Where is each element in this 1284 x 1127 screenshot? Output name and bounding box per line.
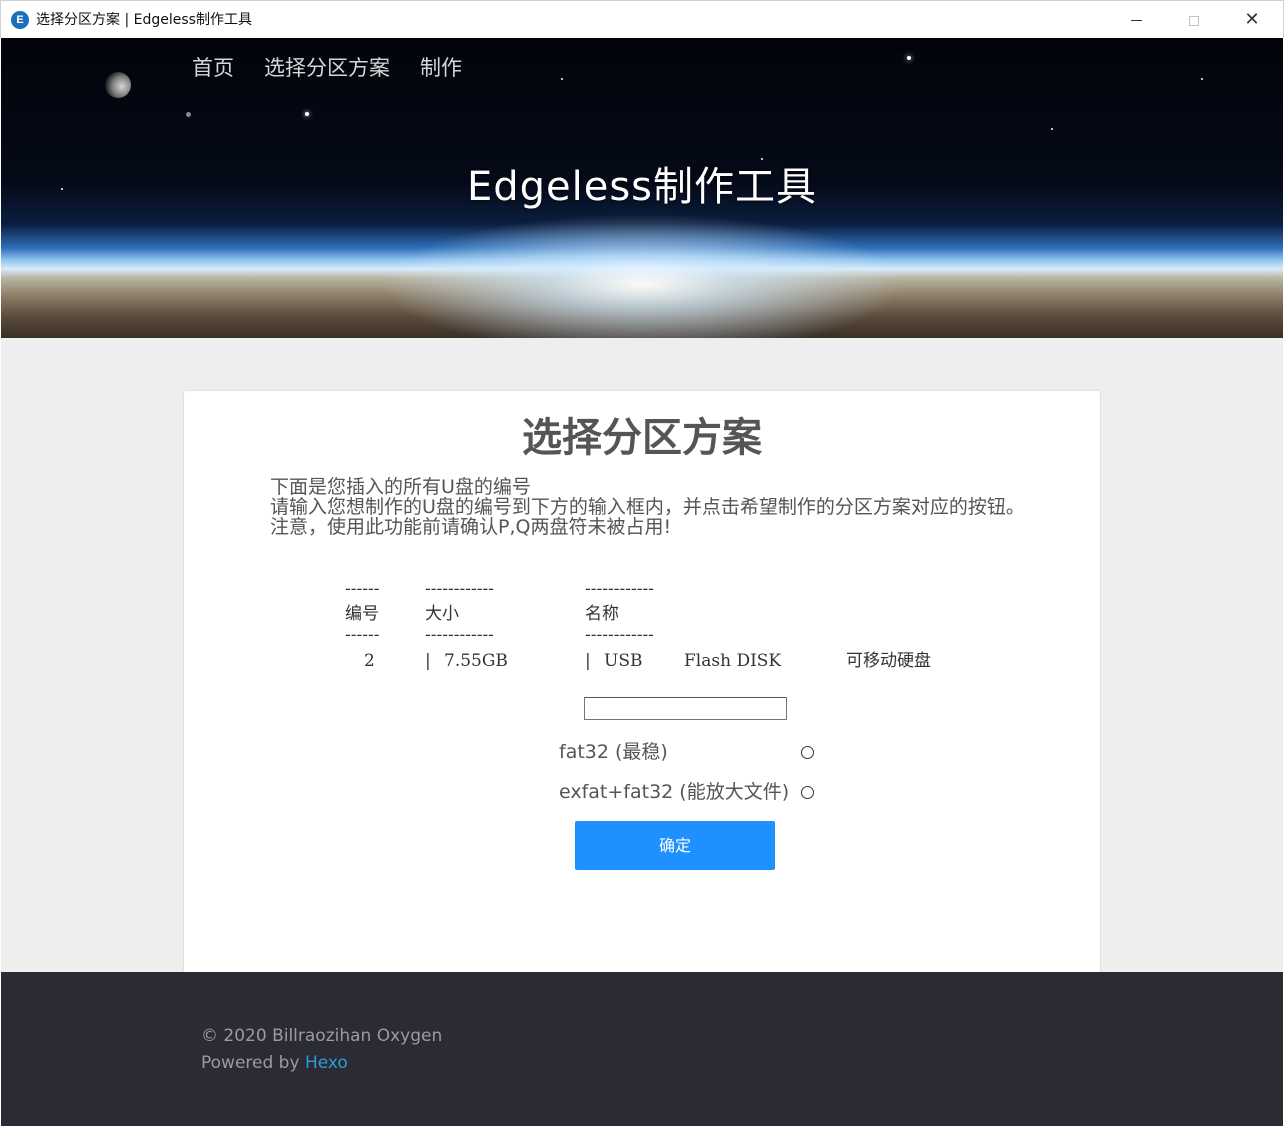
close-icon: ✕ xyxy=(1244,9,1260,30)
column-header-size: 大小 xyxy=(425,604,459,624)
minimize-icon xyxy=(1130,20,1142,21)
copyright-text: © 2020 Billraozihan Oxygen xyxy=(201,1026,443,1046)
close-button[interactable]: ✕ xyxy=(1223,1,1281,39)
disk-name-part: USB xyxy=(604,651,643,671)
nav-item-partition-scheme[interactable]: 选择分区方案 xyxy=(264,54,390,82)
intro-text: 下面是您插入的所有U盘的编号 请输入您想制作的U盘的编号到下方的输入框内，并点击… xyxy=(270,477,1025,537)
confirm-button[interactable]: 确定 xyxy=(575,821,775,870)
option-label-fat32: fat32 (最稳) xyxy=(559,741,668,763)
footer: © 2020 Billraozihan Oxygen Powered by He… xyxy=(1,972,1283,1126)
intro-line: 请输入您想制作的U盘的编号到下方的输入框内，并点击希望制作的分区方案对应的按钮。 xyxy=(270,496,1025,518)
window-titlebar: E 选择分区方案 | Edgeless制作工具 ✕ xyxy=(0,0,1284,38)
maximize-icon xyxy=(1189,15,1199,26)
separator-name-bottom: ------------ xyxy=(585,625,654,645)
hexo-link[interactable]: Hexo xyxy=(305,1053,348,1073)
disk-number: 2 xyxy=(364,651,375,671)
separator-size-top: ------------ xyxy=(425,579,494,599)
disk-type: 可移动硬盘 xyxy=(846,651,931,671)
disk-size: 7.55GB xyxy=(444,651,508,671)
star-decoration xyxy=(761,158,763,160)
edgeless-app-icon: E xyxy=(11,11,29,29)
powered-by: Powered by Hexo xyxy=(201,1052,348,1074)
star-decoration xyxy=(561,78,563,80)
column-header-number: 编号 xyxy=(345,604,379,624)
top-nav: 首页 选择分区方案 制作 xyxy=(192,54,492,82)
main-card: 选择分区方案 下面是您插入的所有U盘的编号 请输入您想制作的U盘的编号到下方的输… xyxy=(183,390,1101,972)
star-decoration xyxy=(305,112,309,116)
moon-decoration xyxy=(105,72,131,98)
star-decoration xyxy=(1051,128,1053,130)
nav-item-home[interactable]: 首页 xyxy=(192,54,234,82)
option-label-exfat-fat32: exfat+fat32 (能放大文件) xyxy=(559,781,790,803)
radio-exfat-fat32[interactable] xyxy=(801,786,814,799)
column-divider: | xyxy=(425,651,431,671)
star-decoration xyxy=(907,56,911,60)
maximize-button[interactable] xyxy=(1165,1,1223,39)
separator-name-top: ------------ xyxy=(585,579,654,599)
separator-number-top: ------ xyxy=(345,579,380,599)
hero-banner: 首页 选择分区方案 制作 Edgeless制作工具 xyxy=(1,38,1283,338)
separator-size-bottom: ------------ xyxy=(425,625,494,645)
column-divider: | xyxy=(585,651,591,671)
window-title: 选择分区方案 | Edgeless制作工具 xyxy=(36,12,252,28)
disk-number-input[interactable] xyxy=(584,697,787,720)
minimize-button[interactable] xyxy=(1107,1,1165,39)
separator-number-bottom: ------ xyxy=(345,625,380,645)
hero-title: Edgeless制作工具 xyxy=(466,164,818,210)
star-decoration xyxy=(1201,78,1203,80)
powered-by-prefix: Powered by xyxy=(201,1053,305,1073)
column-header-name: 名称 xyxy=(585,604,619,624)
disk-name-part: Flash DISK xyxy=(684,651,782,671)
page-title: 选择分区方案 xyxy=(522,415,762,461)
intro-line: 注意，使用此功能前请确认P,Q两盘符未被占用! xyxy=(270,516,672,538)
radio-fat32[interactable] xyxy=(801,746,814,759)
star-decoration xyxy=(186,112,191,117)
intro-line: 下面是您插入的所有U盘的编号 xyxy=(270,476,531,498)
nav-item-make[interactable]: 制作 xyxy=(420,54,462,82)
